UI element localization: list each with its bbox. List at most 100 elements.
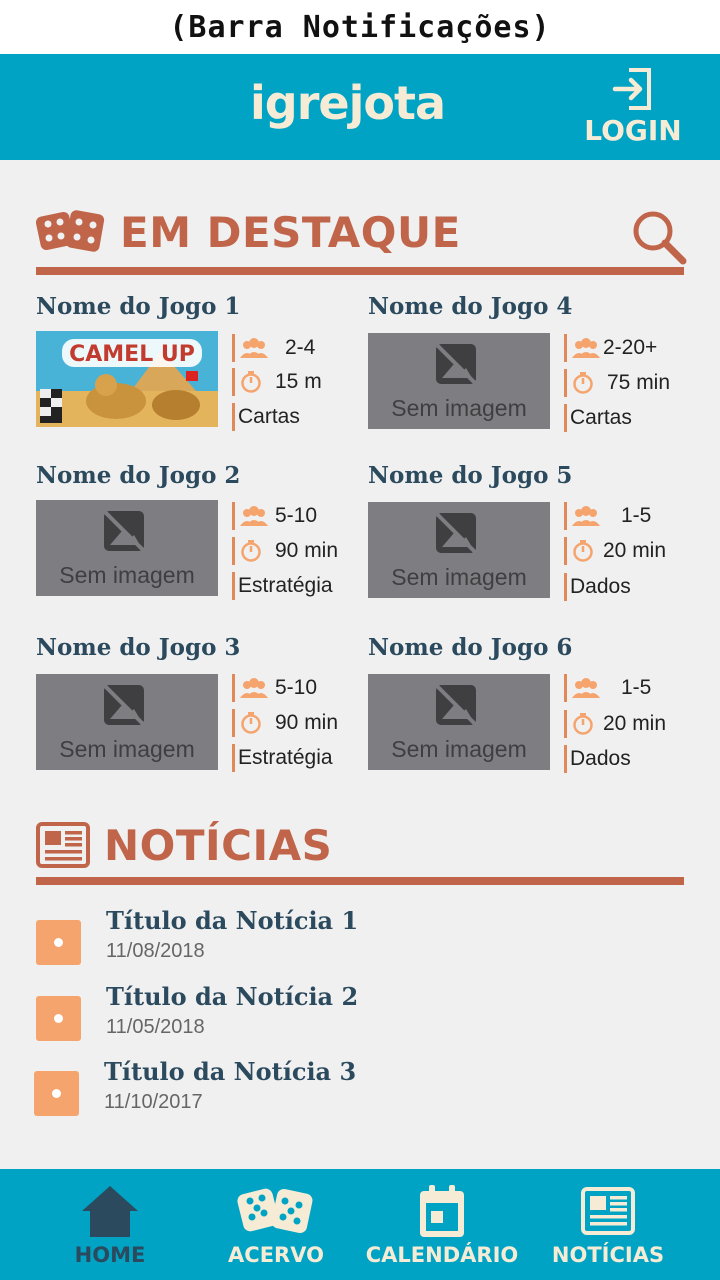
players-icon (572, 506, 600, 526)
game-title: Nome do Jogo 1 (36, 293, 241, 320)
news-item[interactable]: Título da Notícia 2 11/05/2018 (36, 982, 676, 1042)
nav-noticias-label: NOTÍCIAS (551, 1243, 665, 1267)
type-info: Dados (564, 745, 694, 773)
time-value: 15 m (275, 370, 322, 393)
time-info: 20 min (564, 537, 694, 565)
type-info: Cartas (232, 403, 362, 431)
bottom-nav: HOME ACERVO CALENDÁRIO NOTÍCIAS (0, 1169, 720, 1280)
timer-icon (573, 540, 593, 562)
type-value: Estratégia (238, 746, 333, 769)
featured-title: EM DESTAQUE (120, 207, 461, 257)
app-logo[interactable]: igrejota (250, 76, 446, 130)
no-image-label: Sem imagem (59, 736, 195, 762)
no-image-icon (434, 342, 478, 386)
time-info: 75 min (564, 369, 694, 397)
time-value: 20 min (603, 712, 667, 735)
game-card[interactable]: Nome do Jogo 6 Sem imagem 1-5 20 min Dad… (368, 634, 688, 784)
no-image-label: Sem imagem (391, 395, 527, 421)
news-item-date: 11/08/2018 (106, 940, 205, 962)
time-value: 90 min (275, 539, 339, 562)
nav-home[interactable]: HOME (50, 1169, 170, 1280)
game-card[interactable]: Nome do Jogo 1 CAMEL UP 2-4 15 m Cartas (36, 293, 356, 443)
game-title: Nome do Jogo 2 (36, 462, 241, 489)
status-bar-text: (Barra Notificações) (169, 9, 551, 45)
players-info: 1-5 (564, 674, 694, 702)
camel-up-cover: CAMEL UP (36, 331, 218, 427)
status-bar: (Barra Notificações) (0, 0, 720, 54)
nav-acervo[interactable]: ACERVO (216, 1169, 336, 1280)
nav-calendario[interactable]: CALENDÁRIO (362, 1169, 522, 1280)
game-cover-placeholder: Sem imagem (36, 500, 218, 596)
login-icon (612, 68, 651, 110)
no-image-label: Sem imagem (59, 562, 195, 588)
game-card[interactable]: Nome do Jogo 2 Sem imagem 5-10 90 min Es… (36, 462, 356, 612)
time-value: 75 min (607, 371, 671, 394)
players-icon (572, 678, 600, 698)
game-title: Nome do Jogo 6 (368, 634, 573, 661)
no-image-label: Sem imagem (391, 564, 527, 590)
news-bullet-icon (34, 1071, 79, 1116)
news-item-date: 11/10/2017 (104, 1091, 203, 1113)
players-value: 2-4 (285, 336, 316, 359)
type-value: Dados (570, 747, 631, 770)
game-card[interactable]: Nome do Jogo 4 Sem imagem 2-20+ 75 min C… (368, 293, 688, 443)
players-info: 1-5 (564, 502, 694, 530)
players-value: 1-5 (621, 504, 652, 527)
dice-icon (36, 210, 105, 252)
players-icon (572, 338, 600, 358)
time-info: 90 min (232, 537, 362, 565)
no-image-icon (102, 509, 146, 553)
players-value: 5-10 (275, 676, 318, 699)
dice-icon (237, 1188, 313, 1234)
news-bullet-icon (36, 996, 81, 1041)
nav-noticias[interactable]: NOTÍCIAS (548, 1169, 668, 1280)
game-card[interactable]: Nome do Jogo 3 Sem imagem 5-10 90 min Es… (36, 634, 356, 784)
players-icon (240, 506, 268, 526)
login-label: LOGIN (584, 114, 682, 147)
timer-icon (573, 372, 593, 394)
type-value: Estratégia (238, 574, 333, 597)
featured-header: EM DESTAQUE (36, 206, 461, 258)
news-item-title: Título da Notícia 3 (104, 1057, 357, 1086)
no-image-icon (434, 511, 478, 555)
featured-divider (36, 267, 684, 275)
players-icon (240, 678, 268, 698)
players-info: 2-4 (232, 334, 362, 362)
news-bullet-icon (36, 920, 81, 965)
time-info: 15 m (232, 368, 362, 396)
news-item-title: Título da Notícia 1 (106, 906, 359, 935)
no-image-icon (434, 683, 478, 727)
type-value: Cartas (570, 406, 632, 429)
login-button[interactable]: LOGIN (578, 66, 688, 150)
news-divider (36, 877, 684, 885)
news-item-title: Título da Notícia 2 (106, 982, 359, 1011)
game-cover-image: CAMEL UP (36, 331, 218, 427)
nav-calendario-label: CALENDÁRIO (365, 1243, 519, 1267)
players-value: 1-5 (621, 676, 652, 699)
type-info: Estratégia (232, 744, 362, 772)
newspaper-icon (36, 822, 90, 868)
game-title: Nome do Jogo 4 (368, 293, 573, 320)
players-info: 5-10 (232, 502, 362, 530)
timer-icon (241, 371, 261, 393)
type-value: Dados (570, 575, 631, 598)
players-value: 5-10 (275, 504, 318, 527)
game-cover-placeholder: Sem imagem (368, 333, 550, 429)
timer-icon (573, 713, 593, 735)
search-button[interactable] (630, 208, 688, 266)
game-cover-placeholder: Sem imagem (368, 674, 550, 770)
game-title: Nome do Jogo 3 (36, 634, 241, 661)
nav-home-label: HOME (74, 1243, 146, 1267)
time-info: 90 min (232, 709, 362, 737)
news-item[interactable]: Título da Notícia 1 11/08/2018 (36, 906, 676, 966)
app-header: igrejota LOGIN (0, 54, 720, 160)
players-icon (240, 338, 268, 358)
news-title: NOTÍCIAS (104, 820, 333, 870)
search-icon (633, 211, 687, 265)
news-item-date: 11/05/2018 (106, 1016, 205, 1038)
game-card[interactable]: Nome do Jogo 5 Sem imagem 1-5 20 min Dad… (368, 462, 688, 612)
type-info: Cartas (564, 404, 694, 432)
timer-icon (241, 540, 261, 562)
game-title: Nome do Jogo 5 (368, 462, 573, 489)
news-item[interactable]: Título da Notícia 3 11/10/2017 (34, 1057, 674, 1117)
